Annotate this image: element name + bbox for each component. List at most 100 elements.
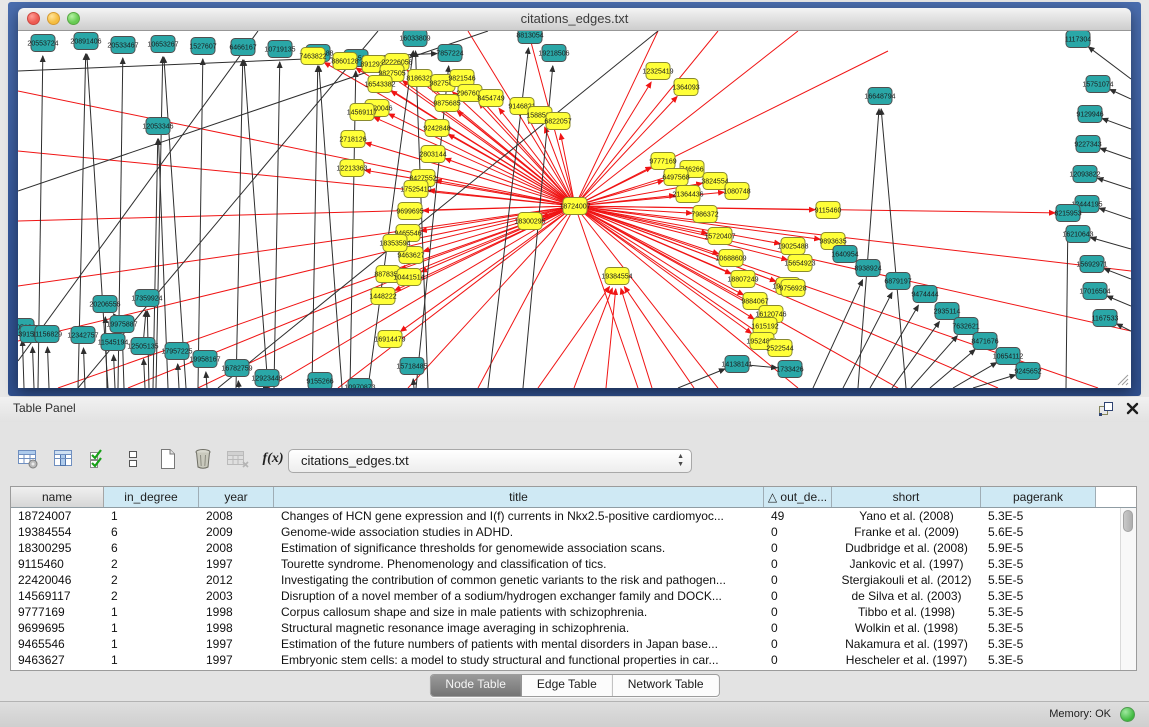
function-builder-icon[interactable]: f(x) [261,447,285,471]
graph-edge[interactable] [22,340,24,388]
graph-node[interactable]: 14569117 [347,104,378,121]
graph-node[interactable]: 8471676 [971,333,998,350]
graph-node[interactable]: 16543382 [364,76,395,93]
graph-edge[interactable] [621,288,652,388]
graph-node[interactable]: 7463822 [299,48,326,65]
tab-node-table[interactable]: Node Table [430,675,522,696]
new-column-icon[interactable] [156,447,180,471]
graph-node[interactable]: 17525410 [400,181,431,198]
graph-node[interactable]: 17359924 [131,290,162,307]
graph-node[interactable]: 1167533 [1092,310,1119,327]
close-panel-icon[interactable] [1126,402,1139,415]
column-header-name[interactable]: name [11,487,104,507]
graph-edge[interactable] [813,280,863,388]
column-visibility-icon[interactable] [51,447,75,471]
table-row[interactable]: 977716911998Corpus callosum shape and si… [11,604,1136,620]
graph-node[interactable]: 19958167 [189,351,220,368]
delete-column-icon[interactable] [191,447,215,471]
graph-edge[interactable] [18,206,575,221]
graph-edge[interactable] [206,372,207,388]
graph-edge[interactable] [575,206,744,295]
float-window-icon[interactable] [1098,401,1114,416]
table-row[interactable]: 911546021997Tourette syndrome. Phenomeno… [11,556,1136,572]
network-window-titlebar[interactable]: citations_edges.txt [18,8,1131,31]
graph-node[interactable]: 6822057 [544,113,571,130]
graph-node[interactable]: 15692971 [1076,256,1107,273]
graph-node[interactable]: 10441514 [393,269,424,286]
graph-edge[interactable] [47,347,49,388]
graph-node[interactable]: 6879197 [884,273,911,290]
graph-node[interactable]: 19218506 [538,45,569,62]
graph-edge[interactable] [1107,296,1131,306]
table-row[interactable]: 1872400712008Changes of HCN gene express… [11,508,1136,524]
graph-edge[interactable] [478,206,575,388]
graph-edge[interactable] [1066,226,1068,388]
graph-node[interactable]: 19025488 [777,238,808,255]
row-height-icon[interactable] [121,447,145,471]
graph-node[interactable]: 1640954 [831,246,858,263]
graph-node[interactable]: 20206556 [89,296,120,313]
graph-edge[interactable] [1088,47,1131,79]
tab-edge-table[interactable]: Edge Table [522,675,613,696]
graph-node[interactable]: 8813054 [516,31,543,44]
graph-node[interactable]: 17016504 [1079,283,1110,300]
column-header-title[interactable]: title [274,487,764,507]
graph-edge[interactable] [1110,89,1131,99]
graph-edge[interactable] [575,31,718,206]
graph-node[interactable]: 9242848 [423,120,450,137]
memory-ok-indicator[interactable] [1120,707,1135,722]
graph-node[interactable]: 12213363 [336,160,367,177]
table-row[interactable]: 1938455462009Genome-wide association stu… [11,524,1136,540]
column-header-indegree[interactable]: in_degree [104,487,199,507]
graph-node[interactable]: 2718126 [339,131,366,148]
column-header-outde[interactable]: △ out_de... [764,487,832,507]
graph-node[interactable]: 1364093 [672,79,699,96]
graph-edge[interactable] [1102,118,1131,129]
graph-edge[interactable] [858,109,879,388]
graph-edge[interactable] [238,381,239,388]
graph-edge[interactable] [575,206,780,244]
tab-network-table[interactable]: Network Table [613,675,719,696]
graph-node[interactable]: 1448222 [369,288,396,305]
graph-node[interactable]: 18724007 [559,198,590,215]
graph-node[interactable]: 10719135 [264,41,295,58]
graph-node[interactable]: 14138141 [721,356,752,373]
graph-node[interactable]: 17957225 [161,343,192,360]
graph-node[interactable]: 12342757 [67,327,98,344]
table-mode-icon[interactable] [16,447,40,471]
graph-node[interactable]: 1733426 [776,361,803,378]
graph-node[interactable]: 9245652 [1014,363,1041,380]
graph-node[interactable]: 1117304 [1065,31,1091,48]
graph-node[interactable]: 8215953 [1054,205,1081,222]
table-row[interactable]: 946554611997Estimation of the future num… [11,636,1136,652]
graph-node[interactable]: 18807249 [727,271,758,288]
graph-edge[interactable] [164,57,186,388]
graph-node[interactable]: 8454749 [477,90,504,107]
table-row[interactable]: 969969511998Structural magnetic resonanc… [11,620,1136,636]
graph-node[interactable]: 9875685 [433,95,460,112]
graph-node[interactable]: 16782759 [221,360,252,377]
graph-node[interactable]: 9227343 [1074,136,1101,153]
graph-node[interactable]: 2935114 [934,303,961,320]
graph-node[interactable]: 10653267 [147,36,178,53]
graph-node[interactable]: 15718485 [396,358,427,375]
graph-node[interactable]: 15751074 [1082,76,1113,93]
graph-node[interactable]: 21364436 [672,186,703,203]
graph-edge[interactable] [678,369,725,388]
graph-node[interactable]: 15654923 [784,255,815,272]
graph-edge[interactable] [911,336,957,388]
graph-edge[interactable] [413,379,414,388]
graph-node[interactable]: 9756928 [779,280,806,297]
graph-node[interactable]: 9777169 [649,153,676,170]
graph-node[interactable]: 19975887 [106,316,137,333]
table-select-dropdown[interactable]: citations_edges.txt ▲▼ [288,449,692,473]
graph-node[interactable]: 16648794 [864,88,895,105]
graph-node[interactable]: 8938924 [854,260,881,277]
graph-node[interactable]: 6497568 [662,169,689,186]
graph-node[interactable]: 10654112 [993,348,1024,365]
graph-edge[interactable] [624,287,694,388]
resize-grip[interactable] [1115,372,1129,386]
graph-edge[interactable] [574,288,612,388]
graph-edge[interactable] [236,60,243,388]
graph-edge[interactable] [538,287,610,388]
